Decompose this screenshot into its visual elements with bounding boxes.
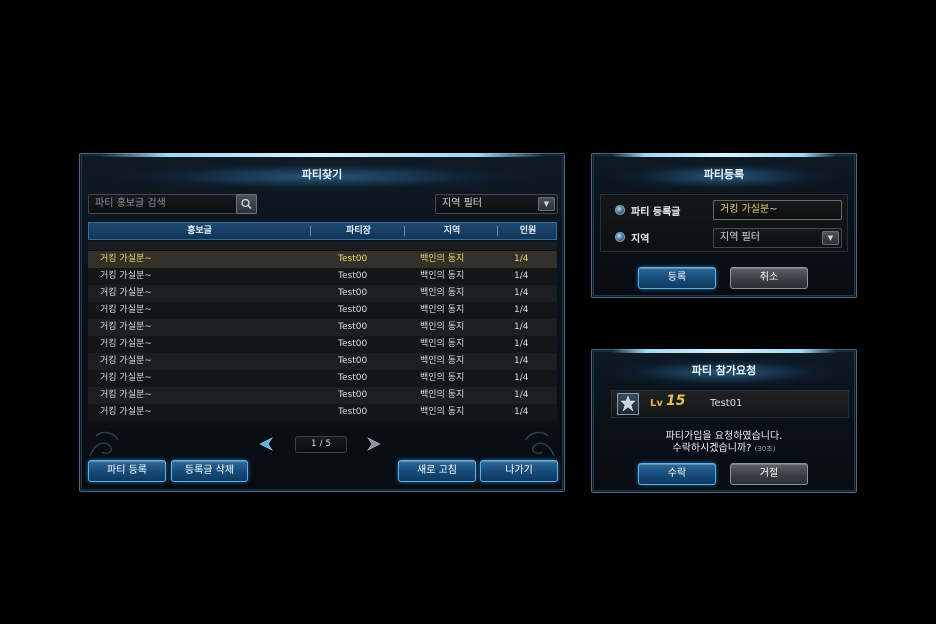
bullet-icon [615, 232, 625, 242]
search-button[interactable] [236, 194, 257, 214]
search-input[interactable]: 파티 홍보글 검색 [88, 194, 257, 214]
join-request-title: 파티 참가요청 [592, 356, 856, 386]
refresh-button[interactable]: 새로 고침 [398, 460, 476, 482]
region-dropdown[interactable]: 지역 필터 ▼ [713, 228, 842, 248]
table-row[interactable]: 거킹 가실분~ Test00 백인의 동지 1/4 [88, 319, 557, 336]
search-icon [241, 198, 252, 210]
level-label: Lv [650, 398, 663, 409]
join-request-panel: 파티 참가요청 Lv 15 Test01 파티가입을 요청하였습니다. 수락하시… [591, 349, 857, 493]
accept-button[interactable]: 수락 [638, 463, 716, 485]
panel-top-highlight [100, 153, 544, 157]
register-cancel-button[interactable]: 취소 [730, 267, 808, 289]
table-header: 홍보글 파티장 지역 인원 [88, 222, 557, 240]
bullet-icon [615, 205, 625, 215]
page-indicator: 1 / 5 [295, 436, 347, 453]
post-label: 파티 등록글 [631, 207, 681, 218]
chevron-down-icon: ▼ [822, 231, 839, 245]
exit-button[interactable]: 나가기 [480, 460, 558, 482]
chevron-down-icon: ▼ [538, 197, 555, 211]
class-emblem [617, 393, 639, 415]
party-find-title: 파티찾기 [80, 160, 564, 190]
table-body-top-strip [88, 242, 557, 250]
request-timer: (30초) [754, 445, 776, 453]
class-emblem-icon [620, 395, 636, 412]
ornament-left-icon [89, 431, 119, 457]
region-filter-dropdown[interactable]: 지역 필터 ▼ [435, 194, 558, 214]
register-confirm-button[interactable]: 등록 [638, 267, 716, 289]
request-question: 수락하시겠습니까? [672, 443, 752, 454]
table-row[interactable]: 거킹 가실분~ Test00 백인의 동지 1/4 [88, 302, 557, 319]
party-find-panel: 파티찾기 파티 홍보글 검색 지역 필터 ▼ 홍보글 파티장 지역 인원 거킹 … [79, 153, 565, 492]
player-name: Test01 [710, 398, 743, 409]
level-value: 15 [666, 393, 686, 409]
table-row[interactable]: 거킹 가실분~ Test00 백인의 동지 1/4 [88, 370, 557, 387]
panel-top-highlight [612, 349, 836, 353]
table-row[interactable]: 거킹 가실분~ Test00 백인의 동지 1/4 [88, 268, 557, 285]
region-label: 지역 [631, 234, 650, 245]
prev-page-arrow-icon[interactable] [258, 436, 274, 452]
panel-top-highlight [612, 153, 836, 157]
table-row[interactable]: 거킹 가실분~ Test00 백인의 동지 1/4 [88, 353, 557, 370]
party-register-panel: 파티등록 파티 등록글 거킹 가실분~ 지역 지역 필터 ▼ 등록 취소 [591, 153, 857, 298]
reject-button[interactable]: 거절 [730, 463, 808, 485]
ornament-right-icon [525, 431, 555, 457]
delete-post-button[interactable]: 등록글 삭제 [171, 460, 248, 482]
region-filter-value: 지역 필터 [442, 198, 482, 209]
table-row[interactable]: 거킹 가실분~ Test00 백인의 동지 1/4 [88, 404, 557, 421]
next-page-arrow-icon[interactable] [366, 436, 382, 452]
column-header-post: 홍보글 [187, 226, 212, 236]
column-header-region: 지역 [443, 226, 461, 236]
post-input[interactable]: 거킹 가실분~ [713, 200, 842, 220]
party-register-title: 파티등록 [592, 160, 856, 190]
column-header-members: 인원 [519, 226, 537, 236]
column-header-leader: 파티장 [346, 226, 371, 236]
table-row[interactable]: 거킹 가실분~ Test00 백인의 동지 1/4 [88, 336, 557, 353]
table-row[interactable]: 거킹 가실분~ Test00 백인의 동지 1/4 [88, 387, 557, 404]
request-message-line2: 수락하시겠습니까? (30초) [592, 439, 856, 454]
table-row[interactable]: 거킹 가실분~ Test00 백인의 동지 1/4 [88, 285, 557, 302]
party-register-button[interactable]: 파티 등록 [88, 460, 166, 482]
region-dropdown-value: 지역 필터 [720, 232, 760, 243]
table-row[interactable]: 거킹 가실분~ Test00 백인의 동지 1/4 [88, 251, 557, 268]
